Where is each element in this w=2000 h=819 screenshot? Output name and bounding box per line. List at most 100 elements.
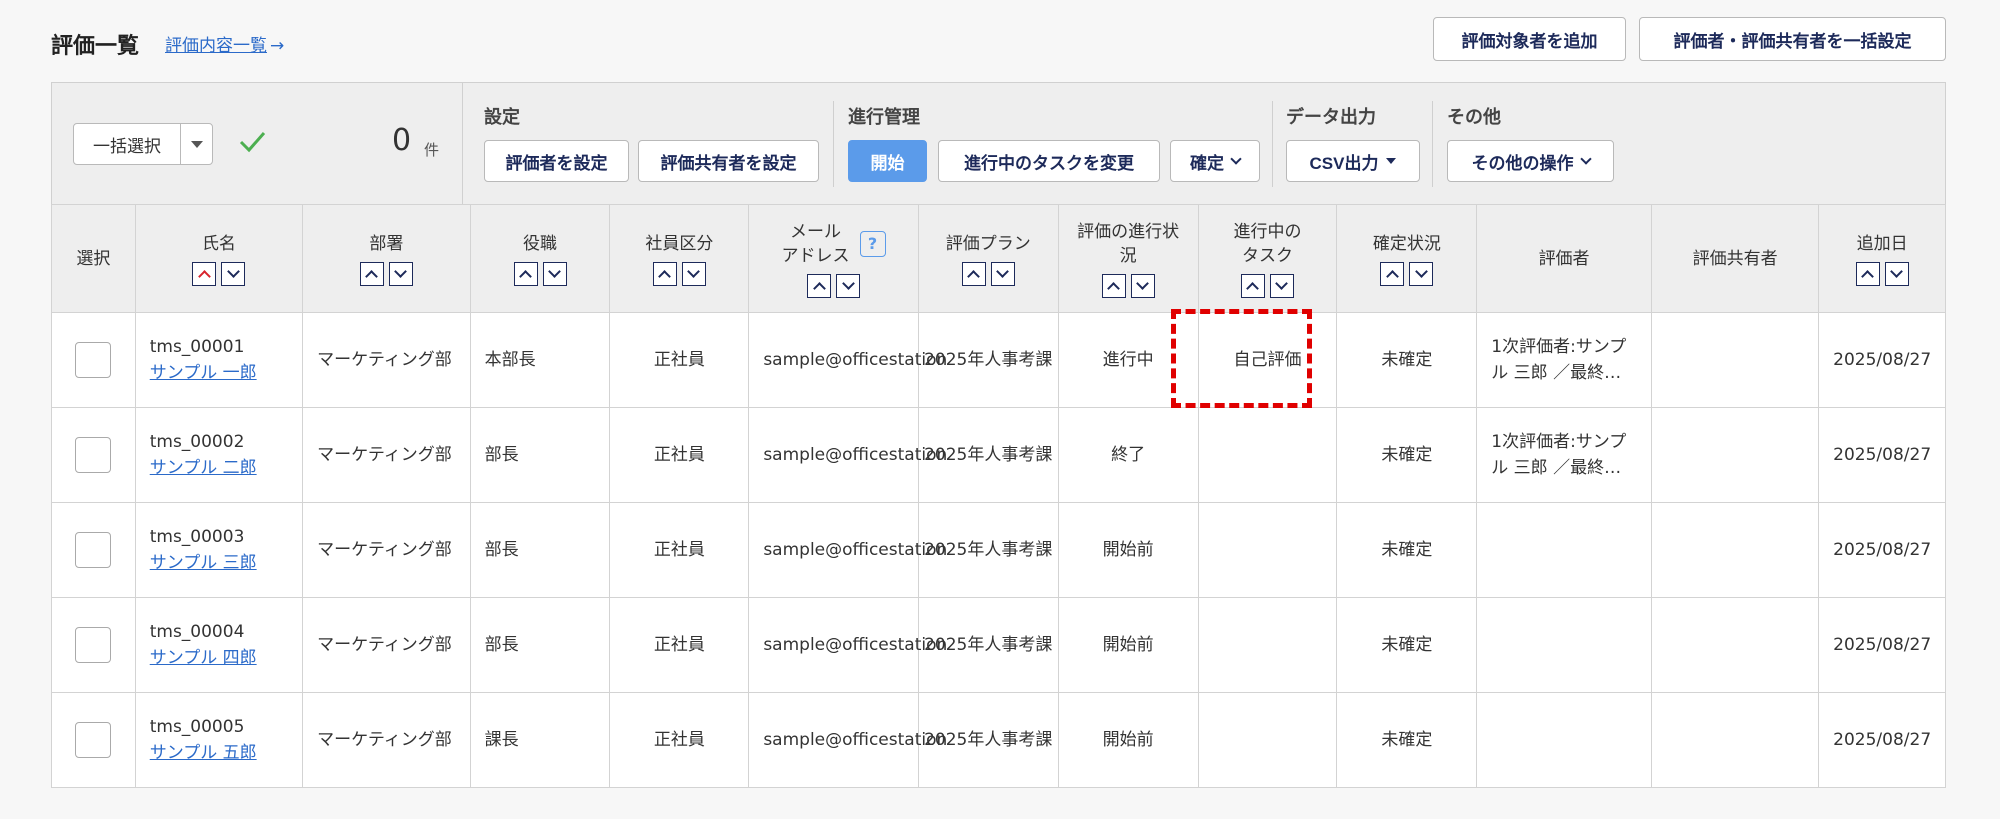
sort-desc-icon[interactable]: [1130, 273, 1155, 298]
evaluation-content-list-link[interactable]: 評価内容一覧 →: [165, 31, 284, 56]
cell-added: 2025/08/27: [1818, 407, 1946, 503]
sort-desc-icon[interactable]: [836, 273, 861, 298]
col-header-evaluator: 評価者: [1476, 204, 1652, 313]
cell-task: 自己評価: [1197, 312, 1338, 408]
checkmark-icon[interactable]: [237, 127, 267, 157]
employee-id: tms_00001: [149, 337, 245, 357]
divider: [833, 101, 834, 187]
employee-name-link[interactable]: サンプル 二郎: [150, 455, 294, 481]
sort-desc-icon[interactable]: [542, 261, 567, 286]
header-label: 確定状況: [1372, 233, 1441, 254]
col-header-dept: 部署: [302, 204, 471, 313]
header-label-line1: 評価の進行状: [1077, 221, 1180, 242]
confirm-dropdown-button[interactable]: 確定: [1170, 140, 1260, 182]
cell-email: sample@officestation: [748, 597, 947, 693]
cell-sharer: [1650, 502, 1820, 598]
sort-asc-icon[interactable]: [513, 261, 538, 286]
cell-confirm: 未確定: [1336, 312, 1478, 408]
arrow-right-icon: →: [270, 36, 285, 56]
header-label: 評価共有者: [1692, 248, 1778, 269]
header-label-line2: アドレス: [781, 245, 850, 266]
employee-id: tms_00004: [149, 622, 245, 642]
help-icon[interactable]: ?: [859, 230, 886, 257]
progress-group-title: 進行管理: [848, 107, 920, 128]
col-header-select: 選択: [51, 204, 136, 313]
set-sharer-button[interactable]: 評価共有者を設定: [638, 140, 819, 182]
change-task-button[interactable]: 進行中のタスクを変更: [938, 140, 1160, 182]
header-label-line1: 進行中の: [1233, 221, 1302, 242]
sort-desc-icon[interactable]: [990, 261, 1015, 286]
count-unit: 件: [424, 141, 440, 159]
sort-controls: [1337, 261, 1476, 286]
content-link-label[interactable]: 評価内容一覧: [165, 36, 267, 56]
sort-asc-icon[interactable]: [1240, 273, 1265, 298]
cell-added: 2025/08/27: [1818, 502, 1946, 598]
col-header-confirm: 確定状況: [1336, 204, 1478, 313]
row-checkbox[interactable]: [75, 437, 112, 473]
chevron-down-icon[interactable]: [180, 124, 212, 164]
cell-evaluator: [1476, 597, 1652, 693]
sort-desc-icon[interactable]: [388, 261, 413, 286]
sort-desc-icon[interactable]: [1269, 273, 1294, 298]
cell-evaluator: [1476, 502, 1652, 598]
table-row: tms_00005 サンプル 五郎 マーケティング部 課長 正社員 sample@offi…: [51, 692, 1946, 788]
sort-desc-icon[interactable]: [1409, 261, 1434, 286]
row-checkbox[interactable]: [75, 342, 112, 378]
cell-sharer: [1650, 692, 1820, 788]
confirm-label: 確定: [1190, 153, 1224, 173]
cell-name: tms_00004 サンプル 四郎: [134, 597, 304, 693]
sort-asc-icon[interactable]: [359, 261, 384, 286]
cell-evaluator: [1476, 692, 1652, 788]
sort-asc-icon[interactable]: [192, 261, 217, 286]
sort-asc-icon[interactable]: [652, 261, 677, 286]
table-body: tms_00001 サンプル 一郎 マーケティング部 本部長 正社員 sample@off…: [51, 312, 1946, 788]
set-evaluator-button[interactable]: 評価者を設定: [484, 140, 629, 182]
employee-name-link[interactable]: サンプル 三郎: [150, 550, 294, 576]
cell-select: [51, 692, 136, 788]
sort-desc-icon[interactable]: [221, 261, 246, 286]
cell-employment: 正社員: [609, 312, 750, 408]
row-checkbox[interactable]: [75, 627, 112, 663]
csv-export-button[interactable]: CSV出力: [1286, 140, 1420, 182]
header-label-line1: メール: [790, 221, 842, 242]
row-checkbox[interactable]: [75, 722, 112, 758]
sort-controls: [303, 261, 469, 286]
cell-email: sample@officestation: [748, 692, 947, 788]
bulk-assign-evaluators-button[interactable]: 評価者・評価共有者を一括設定: [1639, 17, 1946, 61]
sort-asc-icon[interactable]: [807, 273, 832, 298]
cell-task: [1197, 692, 1338, 788]
col-header-status: 評価の進行状況: [1057, 204, 1199, 313]
header-label-line2: 況: [1119, 245, 1137, 266]
employee-name-link[interactable]: サンプル 五郎: [150, 740, 294, 766]
row-checkbox[interactable]: [75, 532, 112, 568]
table-row: tms_00001 サンプル 一郎 マーケティング部 本部長 正社員 sample@off…: [51, 312, 1946, 408]
cell-select: [51, 407, 136, 503]
sort-asc-icon[interactable]: [961, 261, 986, 286]
evaluation-table: 選択 氏名 部署 役職 社員区分 メール アドレス ? 評価プラン 評価の進行状…: [51, 204, 1946, 788]
col-header-name: 氏名: [134, 204, 304, 313]
cell-sharer: [1650, 407, 1820, 503]
cell-name: tms_00001 サンプル 一郎: [134, 312, 304, 408]
cell-plan: 2025年人事考課: [917, 407, 1059, 503]
divider: [1272, 101, 1273, 187]
bulk-select-dropdown[interactable]: 一括選択: [73, 123, 213, 165]
sort-desc-icon[interactable]: [1884, 261, 1909, 286]
employee-name-link[interactable]: サンプル 四郎: [150, 645, 294, 671]
add-target-button[interactable]: 評価対象者を追加: [1433, 17, 1626, 61]
sort-asc-icon[interactable]: [1855, 261, 1880, 286]
sort-asc-icon[interactable]: [1101, 273, 1126, 298]
header-label: 部署: [369, 233, 404, 254]
other-operations-button[interactable]: その他の操作: [1447, 140, 1614, 182]
cell-status: 開始前: [1057, 692, 1199, 788]
settings-group-title: 設定: [484, 107, 520, 128]
col-header-task: 進行中の タスク: [1197, 204, 1338, 313]
start-button[interactable]: 開始: [848, 140, 927, 182]
cell-plan: 2025年人事考課: [917, 597, 1059, 693]
employee-name-link[interactable]: サンプル 一郎: [150, 360, 294, 386]
sort-desc-icon[interactable]: [681, 261, 706, 286]
caret-down-icon: [1386, 158, 1397, 164]
cell-status: 終了: [1057, 407, 1199, 503]
cell-position: 本部長: [469, 312, 611, 408]
sort-asc-icon[interactable]: [1380, 261, 1405, 286]
cell-evaluator: 1次評価者:サンプル 三郎 ／最終…: [1476, 407, 1652, 503]
